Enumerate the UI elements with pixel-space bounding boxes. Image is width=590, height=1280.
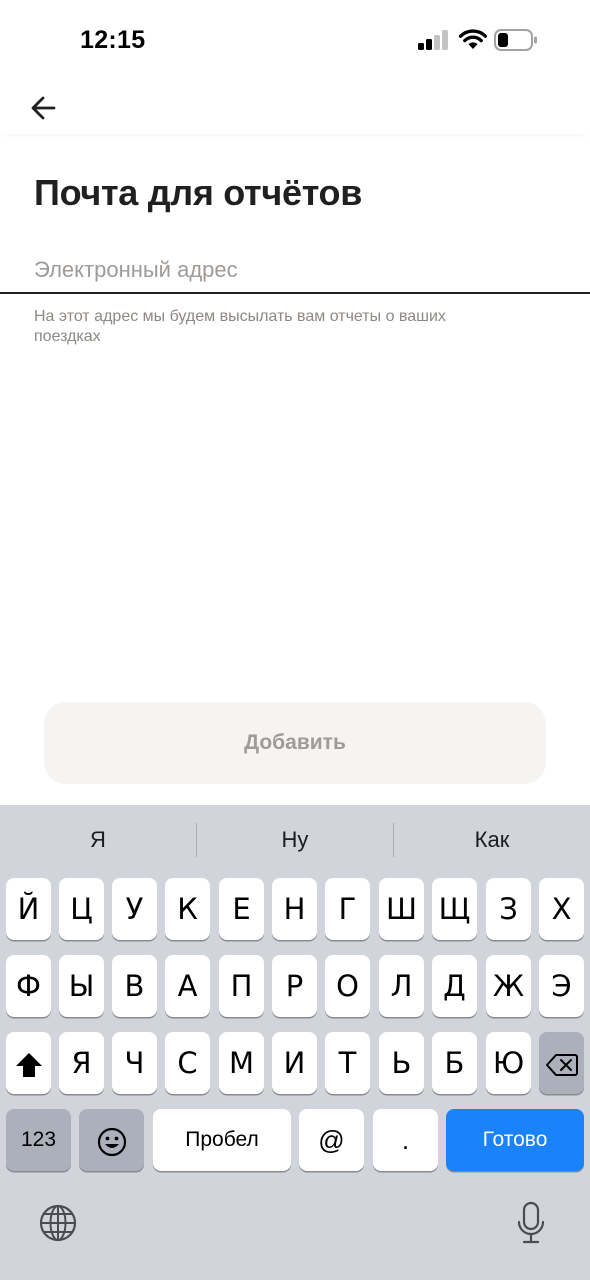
shift-key[interactable]: [6, 1032, 51, 1094]
key-letter[interactable]: Щ: [432, 878, 477, 940]
key-letter[interactable]: У: [112, 878, 157, 940]
key-letter[interactable]: С: [165, 1032, 210, 1094]
suggestion-item[interactable]: Как: [394, 823, 590, 857]
suggestion-item[interactable]: Ну: [197, 823, 393, 857]
battery-icon: [494, 29, 537, 51]
key-letter[interactable]: Ф: [6, 955, 51, 1017]
key-letter[interactable]: О: [325, 955, 370, 1017]
key-letter[interactable]: Е: [219, 878, 264, 940]
dot-key[interactable]: .: [373, 1109, 438, 1171]
key-letter[interactable]: А: [165, 955, 210, 1017]
key-letter[interactable]: Ь: [379, 1032, 424, 1094]
email-field[interactable]: [34, 250, 574, 290]
key-letter[interactable]: Д: [432, 955, 477, 1017]
key-letter[interactable]: Б: [432, 1032, 477, 1094]
email-field-underline: [0, 292, 590, 294]
email-hint: На этот адрес мы будем высылать вам отче…: [34, 308, 446, 345]
key-letter[interactable]: И: [272, 1032, 317, 1094]
status-bar: 12:15: [0, 0, 590, 80]
key-letter[interactable]: Х: [539, 878, 584, 940]
key-letter[interactable]: Т: [325, 1032, 370, 1094]
key-letter[interactable]: Р: [272, 955, 317, 1017]
key-letter[interactable]: Ш: [379, 878, 424, 940]
top-bar: [0, 80, 590, 134]
space-key[interactable]: Пробел: [153, 1109, 291, 1171]
key-letter[interactable]: Я: [59, 1032, 104, 1094]
backspace-key[interactable]: [539, 1032, 584, 1094]
key-letter[interactable]: Ц: [59, 878, 104, 940]
key-letter[interactable]: В: [112, 955, 157, 1017]
backspace-icon: [545, 1054, 578, 1076]
key-letter[interactable]: П: [219, 955, 264, 1017]
key-letter[interactable]: Н: [272, 878, 317, 940]
status-time: 12:15: [80, 26, 146, 54]
emoji-key[interactable]: [79, 1109, 144, 1171]
key-letter[interactable]: Ы: [59, 955, 104, 1017]
numbers-key[interactable]: 123: [6, 1109, 71, 1171]
key-letter[interactable]: Г: [325, 878, 370, 940]
key-letter[interactable]: Л: [379, 955, 424, 1017]
arrow-left-icon[interactable]: [24, 86, 64, 126]
microphone-icon[interactable]: [516, 1201, 546, 1245]
suggestion-item[interactable]: Я: [0, 823, 196, 857]
shift-icon: [15, 1053, 42, 1077]
done-key[interactable]: Готово: [446, 1109, 584, 1171]
key-letter[interactable]: Ю: [486, 1032, 531, 1094]
key-letter[interactable]: Й: [6, 878, 51, 940]
key-letter[interactable]: З: [486, 878, 531, 940]
at-key[interactable]: @: [299, 1109, 364, 1171]
cellular-signal-icon: [418, 30, 450, 50]
keyboard: Я Ну Как Й Ц У К Е Н Г Ш Щ З Х Ф Ы В А П…: [0, 805, 590, 1280]
add-button[interactable]: Добавить: [44, 702, 546, 784]
key-letter[interactable]: М: [219, 1032, 264, 1094]
key-letter[interactable]: Ж: [486, 955, 531, 1017]
wifi-icon: [458, 29, 488, 49]
key-letter[interactable]: К: [165, 878, 210, 940]
suggestion-bar: Я Ну Как: [0, 805, 590, 875]
emoji-icon: [97, 1127, 126, 1157]
key-letter[interactable]: Ч: [112, 1032, 157, 1094]
key-letter[interactable]: Э: [539, 955, 584, 1017]
globe-icon[interactable]: [38, 1203, 78, 1243]
page-title: Почта для отчётов: [34, 172, 363, 213]
